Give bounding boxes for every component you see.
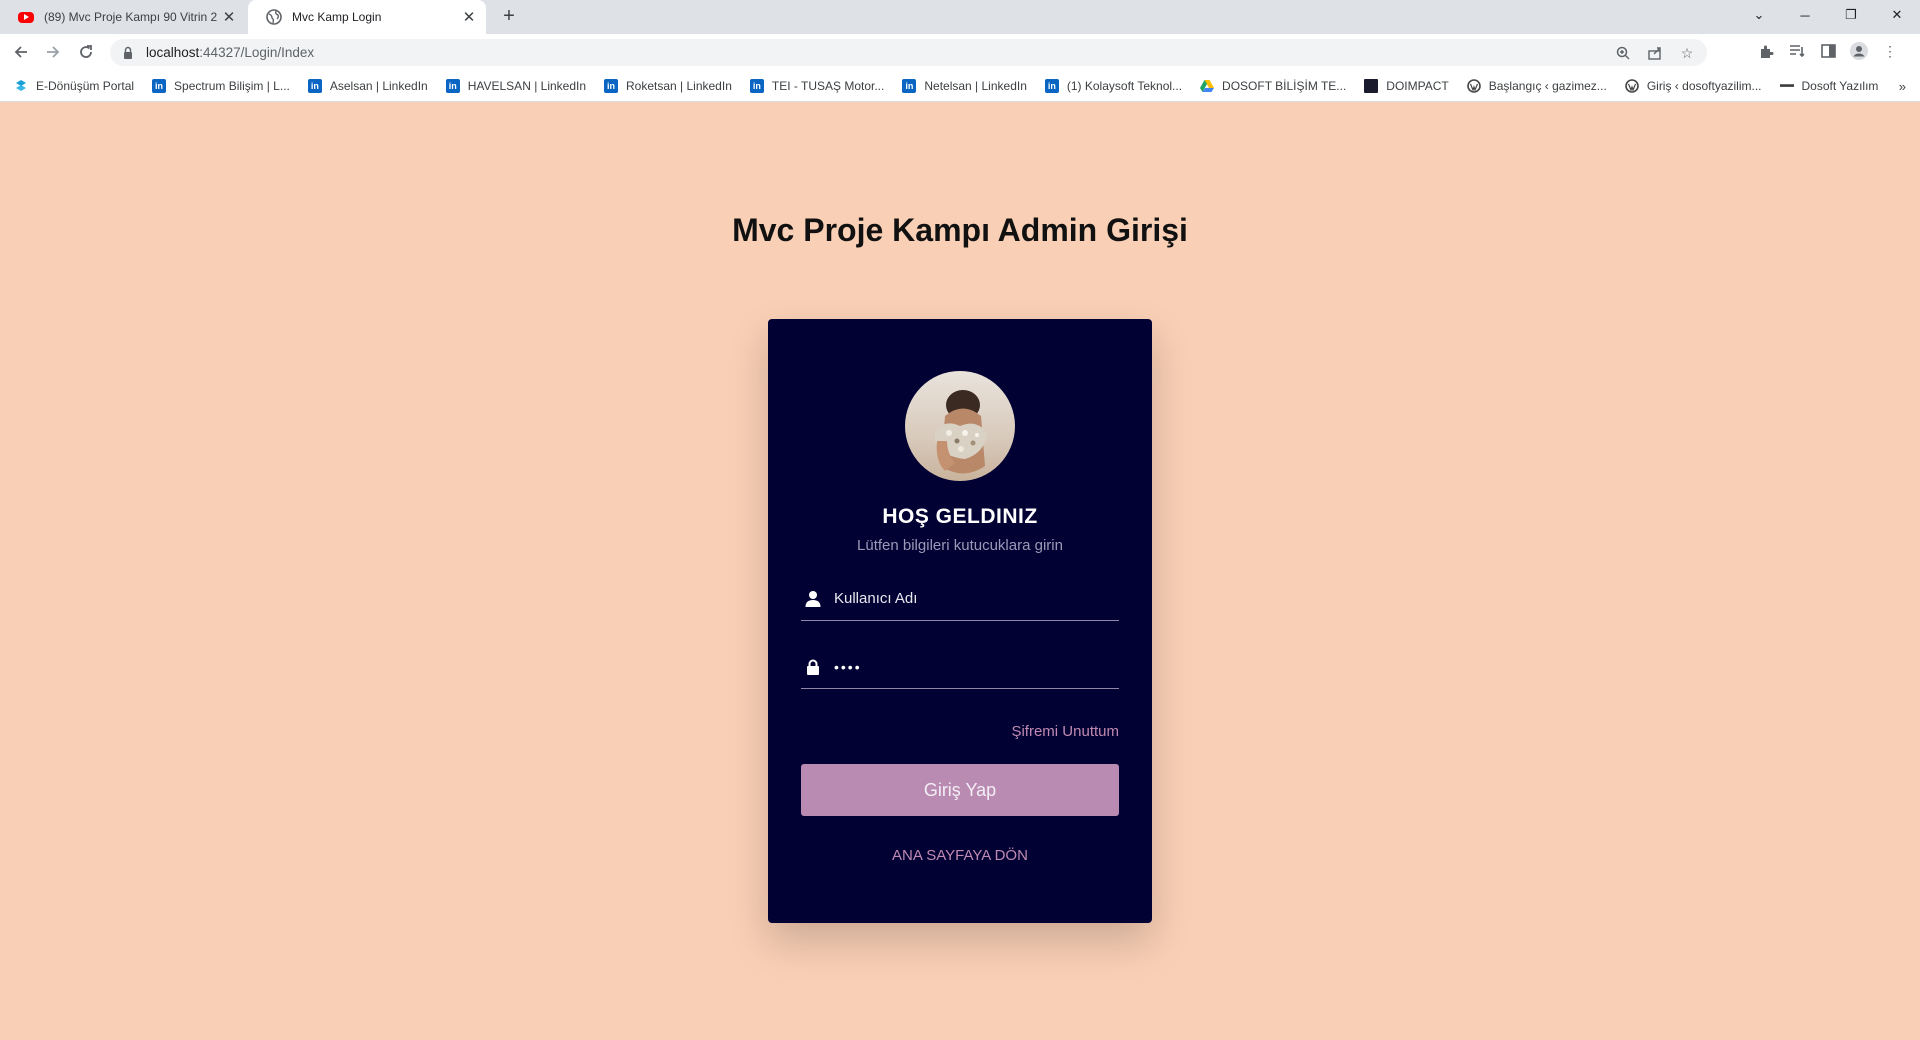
youtube-icon xyxy=(18,11,34,23)
bookmark-star-icon[interactable]: ☆ xyxy=(1677,44,1697,62)
lock-icon[interactable] xyxy=(120,45,136,61)
bookmark-label: Giriş ‹ dosoftyazilim... xyxy=(1646,78,1762,93)
bookmark-label: Dosoft Yazılım xyxy=(1801,78,1879,93)
wordpress-icon xyxy=(1466,78,1481,93)
bookmark-item[interactable]: DOIMPACT xyxy=(1364,78,1449,93)
bookmark-item[interactable]: in TEI - TUSAŞ Motor... xyxy=(749,78,885,93)
bookmark-label: DOSOFT BİLİŞİM TE... xyxy=(1222,78,1347,93)
bookmark-item[interactable]: in (1) Kolaysoft Teknol... xyxy=(1044,78,1183,93)
username-input[interactable] xyxy=(834,590,1104,607)
zoom-icon[interactable] xyxy=(1613,44,1633,62)
wordpress-icon xyxy=(1625,78,1639,93)
edonusum-icon xyxy=(14,79,28,93)
password-field xyxy=(801,645,1119,689)
new-tab-button[interactable]: + xyxy=(498,6,520,28)
bookmark-label: E-Dönüşüm Portal xyxy=(36,78,135,93)
arrow-left-icon xyxy=(14,46,27,58)
welcome-subtitle: Lütfen bilgileri kutucuklara girin xyxy=(857,537,1063,554)
side-panel-icon[interactable] xyxy=(1818,42,1838,60)
welcome-heading: HOŞ GELDINIZ xyxy=(882,505,1038,528)
lock-icon xyxy=(807,659,819,675)
browser-tab-login[interactable]: Mvc Kamp Login ✕ xyxy=(248,0,486,34)
arrow-right-icon xyxy=(47,46,60,58)
linkedin-icon: in xyxy=(902,78,917,93)
reading-list-icon[interactable] xyxy=(1787,42,1807,60)
linkedin-icon: in xyxy=(152,78,167,93)
url-host: localhost xyxy=(146,45,200,60)
bookmark-item[interactable]: in HAVELSAN | LinkedIn xyxy=(445,78,587,93)
close-tab-icon[interactable]: ✕ xyxy=(220,8,238,26)
google-drive-icon xyxy=(1200,79,1215,93)
share-icon[interactable] xyxy=(1645,44,1665,62)
bookmark-label: Netelsan | LinkedIn xyxy=(924,78,1027,93)
linkedin-icon: in xyxy=(307,78,322,93)
bookmark-label: Roketsan | LinkedIn xyxy=(626,78,732,93)
bookmark-label: Başlangıç ‹ gazimez... xyxy=(1488,78,1607,93)
linkedin-icon: in xyxy=(445,78,460,93)
username-field xyxy=(801,577,1119,621)
tab-title: (89) Mvc Proje Kampı 90 Vitrin 2 xyxy=(44,10,218,24)
reload-button[interactable] xyxy=(74,40,98,64)
browser-tab-youtube[interactable]: (89) Mvc Proje Kampı 90 Vitrin 2 ✕ xyxy=(0,0,246,34)
url-path: :44327/Login/Index xyxy=(199,45,315,60)
bookmark-item[interactable]: Giriş ‹ dosoftyazilim... xyxy=(1625,79,1762,93)
back-button[interactable] xyxy=(9,40,33,64)
bookmark-item[interactable]: in Spectrum Bilişim | L... xyxy=(152,78,290,93)
bookmarks-bar: E-Dönüşüm Portal in Spectrum Bilişim | L… xyxy=(0,70,1920,102)
reload-icon xyxy=(80,45,92,58)
browser-toolbar: localhost:44327/Login/Index ☆ ⋮ xyxy=(0,34,1920,70)
linkedin-icon: in xyxy=(1044,78,1059,93)
bookmark-label: TEI - TUSAŞ Motor... xyxy=(771,78,885,93)
back-to-home-link[interactable]: ANA SAYFAYA DÖN xyxy=(768,847,1152,864)
tab-title: Mvc Kamp Login xyxy=(292,10,382,24)
avatar xyxy=(905,371,1015,481)
forward-button[interactable] xyxy=(41,40,65,64)
globe-icon xyxy=(266,9,282,25)
bookmarks-overflow-button[interactable]: » xyxy=(1899,79,1906,94)
bookmark-item[interactable]: DOSOFT BİLİŞİM TE... xyxy=(1200,79,1346,93)
bookmark-item[interactable]: Başlangıç ‹ gazimez... xyxy=(1466,78,1607,93)
forgot-password-link[interactable]: Şifremi Unuttum xyxy=(1011,723,1119,740)
close-tab-icon[interactable]: ✕ xyxy=(460,8,478,26)
url-text[interactable]: localhost:44327/Login/Index xyxy=(146,45,314,60)
bookmark-label: Aselsan | LinkedIn xyxy=(329,78,428,93)
bookmark-label: (1) Kolaysoft Teknol... xyxy=(1066,78,1183,93)
bookmark-item[interactable]: in Netelsan | LinkedIn xyxy=(902,78,1027,93)
linkedin-icon: in xyxy=(749,78,764,93)
close-window-button[interactable]: ✕ xyxy=(1874,0,1920,30)
page-title: Mvc Proje Kampı Admin Girişi xyxy=(732,212,1188,248)
browser-tab-strip: (89) Mvc Proje Kampı 90 Vitrin 2 ✕ Mvc K… xyxy=(0,0,1920,34)
tab-search-icon[interactable]: ⌄ xyxy=(1736,0,1782,30)
doimpact-icon xyxy=(1364,78,1379,93)
linkedin-icon: in xyxy=(604,78,619,93)
bookmark-item[interactable]: E-Dönüşüm Portal xyxy=(14,79,134,93)
bookmark-label: DOIMPACT xyxy=(1386,78,1449,93)
user-icon xyxy=(805,590,821,607)
password-input[interactable] xyxy=(834,658,1104,675)
profile-icon[interactable] xyxy=(1849,42,1869,60)
bookmark-item[interactable]: Dosoft Yazılım xyxy=(1779,78,1879,93)
login-card: HOŞ GELDINIZ Lütfen bilgileri kutucuklar… xyxy=(768,319,1152,923)
bookmark-label: HAVELSAN | LinkedIn xyxy=(467,78,587,93)
login-button[interactable]: Giriş Yap xyxy=(801,764,1119,816)
dosoft-icon xyxy=(1779,79,1794,93)
restore-button[interactable]: ❐ xyxy=(1828,0,1874,30)
bookmark-item[interactable]: in Aselsan | LinkedIn xyxy=(307,78,428,93)
extensions-icon[interactable] xyxy=(1756,42,1776,60)
minimize-button[interactable]: ─ xyxy=(1782,0,1828,30)
menu-dots-icon[interactable]: ⋮ xyxy=(1880,42,1900,60)
address-bar[interactable]: localhost:44327/Login/Index ☆ xyxy=(110,39,1707,66)
bookmark-item[interactable]: in Roketsan | LinkedIn xyxy=(604,78,732,93)
bookmark-label: Spectrum Bilişim | L... xyxy=(174,78,290,93)
